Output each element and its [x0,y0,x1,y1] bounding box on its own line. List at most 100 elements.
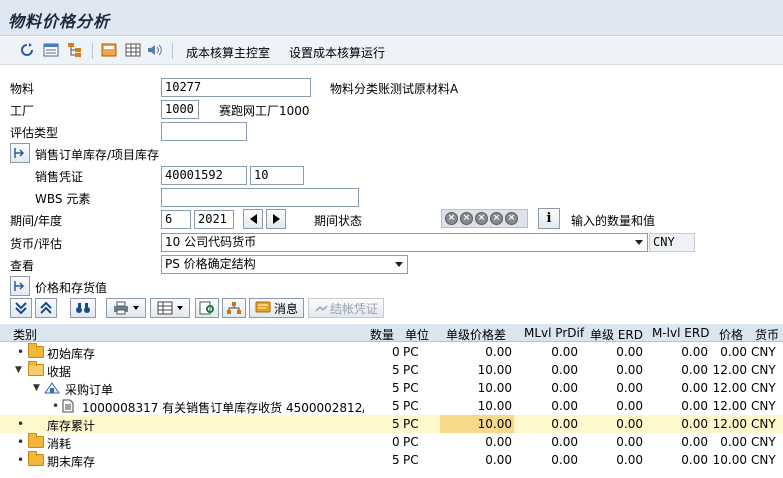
row-label: 1000008317 有关销售订单库存收货 4500002812/1 [82,401,364,415]
status-lamp-icon: × [475,212,488,225]
price-stock-values-label: 价格和存货值 [35,281,108,295]
col-mlvl-prdif[interactable]: MLvl PrDif [524,326,584,340]
plant-input[interactable]: 1000 [161,100,199,119]
view-label: 查看 [10,259,35,273]
view-value: PS 价格确定结构 [165,257,256,271]
col-price[interactable]: 价格 [719,326,743,343]
col-single-level-diff[interactable]: 单级价格差 [446,326,506,343]
row-label: 采购订单 [65,383,114,397]
col-mlvl-erd[interactable]: M-lvl ERD [652,326,709,340]
grid-layout-icon [157,301,173,315]
row-label: 期末库存 [47,455,96,469]
messages-button[interactable]: 消息 [249,298,304,318]
view-select[interactable]: PS 价格确定结构 [161,255,408,274]
calculator-icon[interactable] [100,42,118,58]
caret-down-icon[interactable]: ▼ [15,365,22,375]
document-icon [62,399,74,413]
period-year-label: 期间/年度 [10,214,63,228]
caret-down-icon[interactable]: ▼ [33,383,40,393]
chevron-down-icon [177,306,183,310]
expand-all-button[interactable] [10,298,32,318]
info-button[interactable]: i [538,208,560,229]
status-lamp-icon: × [505,212,518,225]
wbs-label: WBS 元素 [35,192,91,206]
toolbar-separator [92,43,93,59]
currency-valuation-label: 货币/评估 [10,237,63,251]
table-row[interactable]: ▼ 采购订单 5 PC 10.00 0.00 0.00 0.00 12.00 C… [0,379,783,397]
chevron-down-icon [395,262,403,267]
col-unit[interactable]: 单位 [405,326,429,343]
currency-code-field: CNY [649,233,695,252]
folder-icon [28,451,44,466]
row-label: 初始库存 [47,347,96,361]
price-analysis-grid: 类别 数量 单位 单级价格差 MLvl PrDif 单级 ERD M-lvl E… [0,324,783,478]
collapse-all-icon [40,301,52,314]
col-single-erd[interactable]: 单级 ERD [590,326,643,343]
next-period-button[interactable] [266,209,286,229]
status-lamp-icon: × [460,212,473,225]
info-icon: i [546,211,552,226]
chevron-down-icon [635,240,643,245]
speaker-icon[interactable] [146,42,164,58]
closing-document-label: 结帐凭证 [329,301,378,316]
sales-document-item-input[interactable]: 10 [250,166,304,185]
status-lamp-icon: × [445,212,458,225]
hierarchy-icon[interactable] [66,42,84,58]
print-button[interactable] [106,298,146,318]
row-label: 消耗 [47,437,72,451]
period-status-lamps: × × × × × [441,209,528,228]
printer-icon [114,301,128,315]
expand-section-icon[interactable] [10,143,30,163]
previous-period-button[interactable] [243,209,263,229]
material-description: 物料分类账测试原材料A [330,82,459,96]
details-button[interactable] [195,298,219,318]
layout-button[interactable] [150,298,190,318]
col-category[interactable]: 类别 [13,326,37,343]
grid-header: 类别 数量 单位 单级价格差 MLvl PrDif 单级 ERD M-lvl E… [0,324,783,342]
period-status-label: 期间状态 [314,214,363,228]
row-label: 收据 [47,365,72,379]
messages-label: 消息 [273,301,298,316]
status-lamp-icon: × [490,212,503,225]
currency-valuation-value: 10 公司代码货币 [165,235,257,249]
closing-document-button[interactable]: 结帐凭证 [308,298,384,318]
sales-document-input[interactable]: 40001592 [161,166,247,185]
open-folder-icon [28,361,44,376]
col-currency[interactable]: 货币 [755,326,779,343]
find-button[interactable] [70,298,96,318]
set-costing-run-button[interactable]: 设置成本核算运行 [289,44,385,61]
table-row[interactable]: • 初始库存 0 PC 0.00 0.00 0.00 0.00 0.00 CNY [0,343,783,361]
period-input[interactable]: 6 [161,210,191,229]
collapse-all-button[interactable] [35,298,57,318]
table-row-selected[interactable]: • 库存累计 5 PC 10.00 0.00 0.00 0.00 12.00 C… [0,415,783,433]
display-list-icon[interactable] [42,42,60,58]
year-input[interactable]: 2021 [194,210,234,229]
valuation-type-input[interactable] [161,122,247,141]
window-title: 物料价格分析 [8,12,111,31]
sales-order-stock-label: 销售订单库存/项目库存 [35,148,160,162]
input-qty-value-label: 输入的数量和值 [571,214,656,228]
toolbar-separator [172,43,173,59]
wbs-input[interactable] [161,188,359,207]
table-row[interactable]: • 消耗 0 PC 0.00 0.00 0.00 0.00 0.00 CNY [0,433,783,451]
org-structure-icon [227,302,241,314]
tree-toolbar: 消息 结帐凭证 [0,296,783,322]
refresh-icon[interactable] [18,42,36,58]
table-row[interactable]: • 期末库存 5 PC 0.00 0.00 0.00 0.00 10.00 CN… [0,451,783,469]
material-input[interactable]: 10277 [161,78,311,97]
sales-document-label: 销售凭证 [35,170,84,184]
folder-icon [28,433,44,448]
selection-form: 物料 10277 物料分类账测试原材料A 工厂 1000 赛跑网工厂1000 评… [0,66,783,324]
collapse-section-icon[interactable] [10,276,30,296]
cost-cockpit-button[interactable]: 成本核算主控室 [186,44,270,61]
valuation-type-label: 评估类型 [10,126,59,140]
currency-valuation-select[interactable]: 10 公司代码货币 [161,233,648,252]
folder-icon [28,343,44,358]
document-link-icon [315,305,328,312]
table-row[interactable]: ▼ 收据 5 PC 10.00 0.00 0.00 0.00 12.00 CNY [0,361,783,379]
table-row[interactable]: • 1000008317 有关销售订单库存收货 4500002812/1 5 P… [0,397,783,415]
table-icon[interactable] [124,42,142,58]
structure-button[interactable] [222,298,246,318]
col-quantity[interactable]: 数量 [370,326,394,343]
plant-description: 赛跑网工厂1000 [219,104,310,118]
